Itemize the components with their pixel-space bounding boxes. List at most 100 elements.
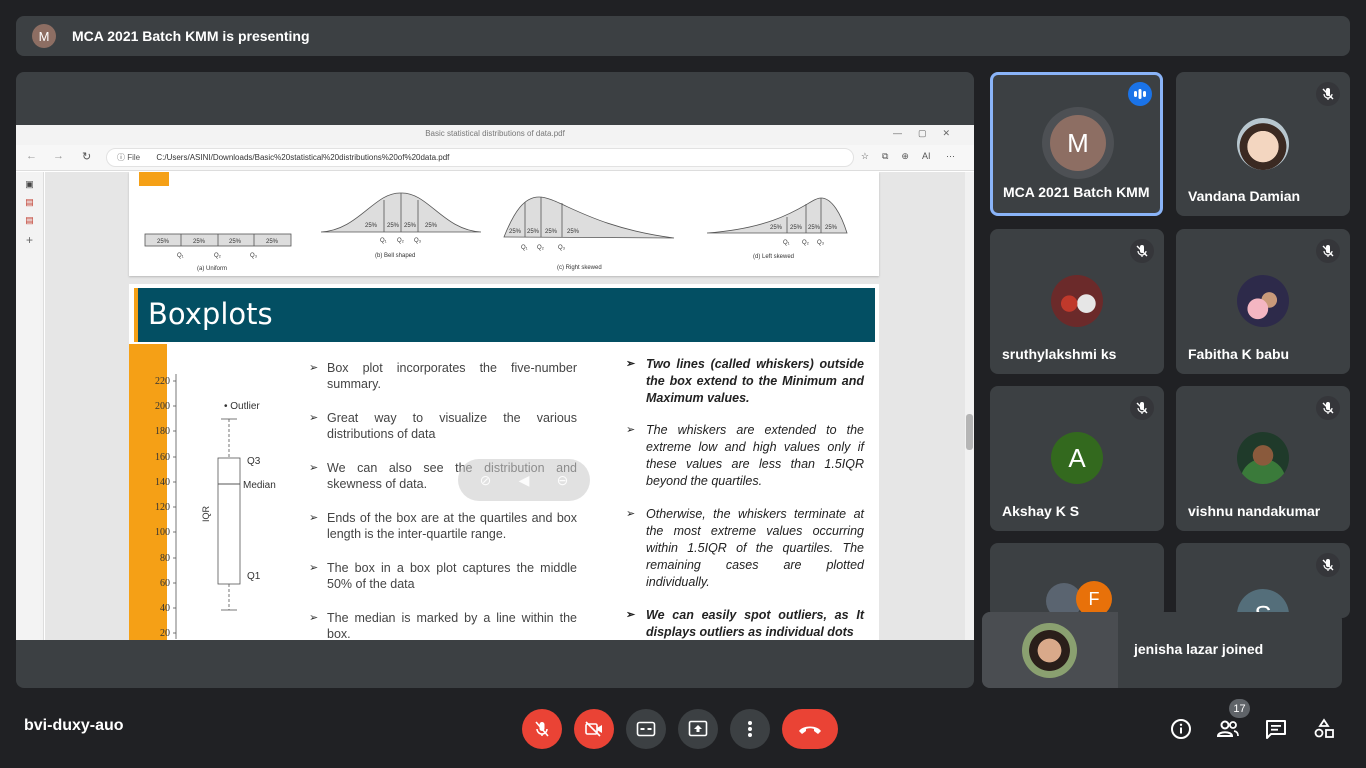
meeting-details-button[interactable] <box>1166 714 1196 744</box>
right-q-label: 25% <box>509 229 522 235</box>
uniform-q-label: 25% <box>193 239 206 245</box>
iqr-label: IQR <box>201 505 211 522</box>
presenting-text: MCA 2021 Batch KMM is presenting <box>72 28 310 44</box>
bell-q-label: 25% <box>404 223 417 229</box>
left-q-label: 25% <box>770 225 783 231</box>
presenting-banner: M MCA 2021 Batch KMM is presenting <box>16 16 1350 56</box>
participant-tile[interactable]: sruthylakshmi ks <box>990 229 1164 374</box>
median-label: Median <box>243 480 276 491</box>
right-bullet-item: ➢ Otherwise, the whiskers terminate at th… <box>626 507 864 589</box>
mic-toggle-button[interactable] <box>522 709 562 749</box>
camera-toggle-button[interactable] <box>574 709 614 749</box>
right-q3: Q₃ <box>558 245 566 251</box>
participant-name: vishnu nandakumar <box>1188 503 1321 519</box>
more-options-button[interactable] <box>730 709 770 749</box>
participant-name: MCA 2021 Batch KMM <box>1003 184 1150 200</box>
right-q-label: 25% <box>545 229 558 235</box>
participant-tile[interactable]: Vandana Damian <box>1176 72 1350 216</box>
mic-off-icon <box>1130 239 1154 263</box>
y-tick: 140 <box>155 477 170 488</box>
refresh-icon: ↻ <box>82 151 92 163</box>
bullet-item: ➢ The median is marked by a line within t… <box>309 611 577 640</box>
bell-q3: Q₃ <box>414 238 422 244</box>
left-q3: Q₃ <box>817 240 825 246</box>
shared-screen: Basic statistical distributions of data.… <box>16 125 974 640</box>
sidebar-add-icon: + <box>25 233 33 247</box>
left-q-label: 25% <box>790 225 803 231</box>
y-tick: 40 <box>160 603 170 614</box>
bell-q-label: 25% <box>387 223 400 229</box>
window-controls: —▢✕ <box>892 128 966 138</box>
chat-icon <box>1266 720 1286 739</box>
right-q1: Q₁ <box>521 245 528 251</box>
camera-off-icon <box>585 721 602 737</box>
boxplot-diagram: 220 200 180 160 140 120 100 80 60 40 20 <box>155 374 276 639</box>
uniform-q-label: 25% <box>157 239 170 245</box>
slide-title-bar: Boxplots <box>134 288 875 342</box>
left-q-label: 25% <box>808 225 821 231</box>
mic-off-icon <box>535 721 549 737</box>
q1-label: Q1 <box>247 571 261 582</box>
distribution-figures: 25% 25% 25% 25% Q₁ Q₂ Q₃ (a) Uniform 25%… <box>144 192 848 272</box>
presenter-control-overlay: ⊘ ◀ ⊖ <box>458 459 590 501</box>
url-field: ⓘ File C:/Users/ASINI/Downloads/Basic%20… <box>106 148 854 167</box>
participant-tile[interactable]: F <box>990 543 1164 618</box>
bell-caption: (b) Bell shaped <box>375 253 415 259</box>
captions-icon <box>636 721 656 737</box>
outlier-label: • Outlier <box>224 401 260 412</box>
presentation-stage: Basic statistical distributions of data.… <box>16 72 974 688</box>
y-tick: 60 <box>160 578 170 589</box>
y-tick: 100 <box>155 527 170 538</box>
bell-q-label: 25% <box>425 223 438 229</box>
participant-tile-presenter[interactable]: M MCA 2021 Batch KMM <box>990 72 1163 216</box>
activities-button[interactable] <box>1309 714 1339 744</box>
bell-q2: Q₂ <box>397 238 405 244</box>
right-q-label: 25% <box>567 229 580 235</box>
participant-name: sruthylakshmi ks <box>1002 346 1117 362</box>
forward-icon: → <box>53 150 64 162</box>
join-notification: jenisha lazar joined <box>982 612 1342 688</box>
bullet-item: ➢ Great way to visualize the various dist… <box>309 411 577 441</box>
participant-avatar: M <box>1050 115 1106 171</box>
ai-label: AI <box>921 151 931 161</box>
people-button[interactable] <box>1213 714 1243 744</box>
more-vert-icon <box>748 721 752 737</box>
browser-title-bar: Basic statistical distributions of data.… <box>16 125 974 145</box>
left-q2: Q₂ <box>802 240 810 246</box>
chat-button[interactable] <box>1261 714 1291 744</box>
participant-photo <box>1237 118 1289 170</box>
minus-overlay-icon[interactable]: ⊖ <box>557 472 569 489</box>
leave-call-button[interactable] <box>782 709 838 749</box>
bullet-item: ➢ Ends of the box are at the quartiles an… <box>309 511 577 541</box>
url-label: File <box>127 153 141 162</box>
captions-button[interactable] <box>626 709 666 749</box>
y-tick: 120 <box>155 502 170 513</box>
slide-title: Boxplots <box>148 297 273 331</box>
pdf-scrollbar[interactable] <box>965 172 974 640</box>
left-caption: (d) Left skewed <box>753 254 794 260</box>
uniform-q2: Q₂ <box>214 253 222 259</box>
y-tick: 200 <box>155 401 170 412</box>
q3-label: Q3 <box>247 456 261 467</box>
url-text: C:/Users/ASINI/Downloads/Basic%20statist… <box>156 153 450 162</box>
people-count-badge: 17 <box>1229 699 1250 718</box>
present-screen-icon <box>688 720 708 737</box>
speaking-indicator-icon <box>1128 82 1152 106</box>
volume-off-overlay-icon[interactable]: ◀ <box>519 472 530 489</box>
info-icon <box>1171 719 1191 739</box>
participant-tile[interactable]: A Akshay K S <box>990 386 1164 531</box>
browser-tab-title: Basic statistical distributions of data.… <box>425 129 565 138</box>
mic-off-icon <box>1316 82 1340 106</box>
participant-name: Fabitha K babu <box>1188 346 1290 362</box>
participant-tile[interactable]: S <box>1176 543 1350 618</box>
uniform-q-label: 25% <box>229 239 242 245</box>
mic-off-overlay-icon[interactable]: ⊘ <box>480 472 492 489</box>
y-tick: 80 <box>160 553 170 564</box>
participant-tile[interactable]: Fabitha K babu <box>1176 229 1350 374</box>
present-now-button[interactable] <box>678 709 718 749</box>
left-q-label: 25% <box>825 225 838 231</box>
mic-off-icon <box>1316 396 1340 420</box>
right-bullet-item: ➢ We can easily spot outliers, as It disp… <box>626 608 864 639</box>
participant-tile[interactable]: vishnu nandakumar <box>1176 386 1350 531</box>
right-q-label: 25% <box>527 229 540 235</box>
